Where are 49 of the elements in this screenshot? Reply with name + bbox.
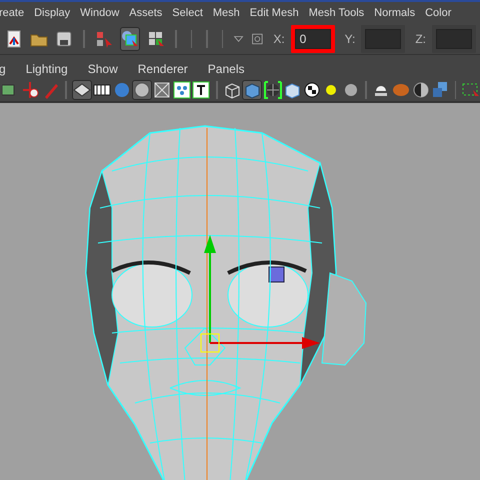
cube-icon [283,81,302,99]
menu-item[interactable]: Select [171,7,204,19]
menu-item[interactable]: Renderer [136,62,189,76]
texture-ball-button[interactable] [302,80,322,100]
shaded-cube-icon [243,81,262,99]
menu-item[interactable]: reate [0,7,26,19]
glossy-ball-icon [392,81,410,99]
dots-icon [172,81,191,99]
new-scene-icon [4,30,23,48]
menu-item[interactable]: Panels [206,62,246,76]
circle-icon [132,81,151,99]
text-button[interactable] [192,80,211,100]
texture-ball-icon [302,81,321,99]
coordinate-field[interactable] [365,29,402,49]
select-object-button[interactable] [120,27,140,51]
field-label: Y: [344,32,356,46]
menu-item[interactable]: Mesh Tools [308,7,366,19]
menu-item[interactable]: Mesh [212,7,241,19]
select-component-icon [146,30,165,48]
menu-item[interactable]: Display [33,7,72,19]
sphere-icon [112,81,131,99]
wireframe-cube-icon [222,81,241,99]
menu-item[interactable]: Window [79,7,120,19]
xray-icon [153,81,172,99]
field-label: Z: [415,32,426,46]
textured-sphere-button[interactable] [263,80,282,100]
grid-button[interactable] [72,80,92,100]
half-sphere-icon [412,81,430,99]
circle-button[interactable] [132,80,152,100]
menu-item[interactable]: Color [424,7,452,19]
menu-item[interactable]: Edit Mesh [248,7,300,19]
xray-button[interactable] [152,80,172,100]
menu-item[interactable]: Show [86,62,119,76]
menu-item[interactable]: Assets [128,7,164,19]
stacked-cubes-icon [431,81,450,99]
menu-item[interactable]: Normals [373,7,416,19]
snap-icon [250,31,264,47]
menu-item[interactable]: Lighting [24,62,69,76]
text-icon [192,81,210,99]
shaded-cube-button[interactable] [242,80,262,100]
marquee-select-icon [462,81,480,99]
dots-button[interactable] [172,80,192,100]
save-icon [54,30,73,48]
select-hierarchy-icon [95,30,114,48]
coordinate-field[interactable]: 0 [294,29,331,49]
half-sphere-button[interactable] [411,80,430,100]
select-object-icon [120,30,139,48]
field-label: X: [273,32,285,46]
coordinate-field[interactable] [436,29,472,49]
